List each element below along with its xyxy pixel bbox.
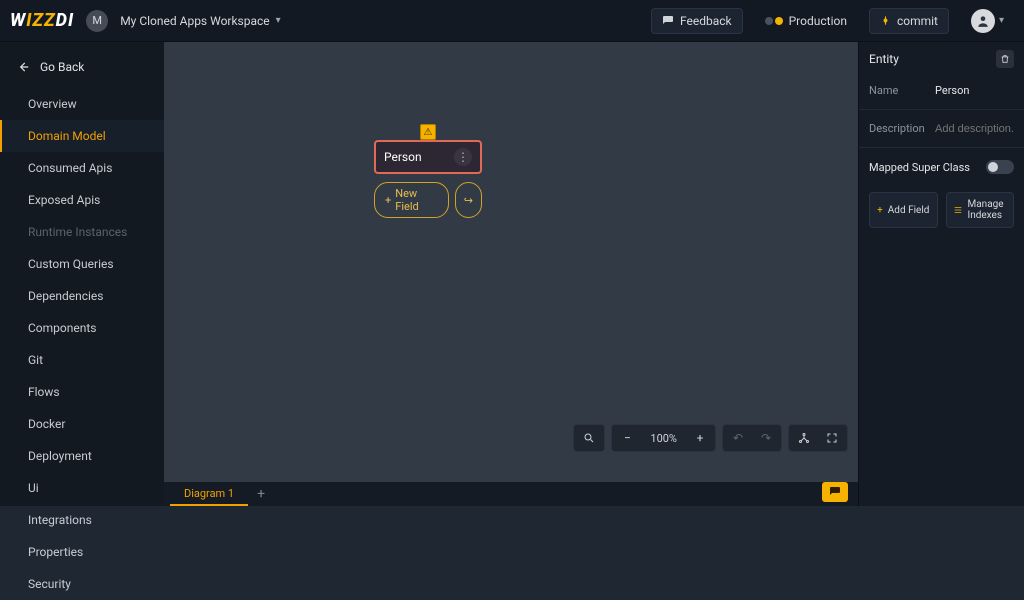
diagram-tabs: Diagram 1 +: [164, 482, 858, 506]
user-avatar-icon: [971, 9, 995, 33]
logo: WIZZDI: [10, 10, 74, 31]
tab-diagram-1[interactable]: Diagram 1: [170, 482, 248, 506]
delete-entity-button[interactable]: [996, 50, 1014, 68]
zoom-in-button[interactable]: +: [687, 427, 713, 449]
entity-actions: + New Field ↪: [374, 182, 482, 218]
mapped-superclass-label: Mapped Super Class: [869, 161, 970, 174]
trash-icon: [1000, 54, 1010, 64]
sidebar-item-docker[interactable]: Docker: [0, 408, 164, 440]
zoom-level[interactable]: 100%: [642, 427, 685, 449]
plus-icon: +: [697, 431, 704, 445]
search-button[interactable]: [576, 427, 602, 449]
layout-icon: [798, 432, 810, 444]
layout-button[interactable]: [791, 427, 817, 449]
feedback-label: Feedback: [680, 14, 732, 28]
plus-icon: +: [877, 205, 883, 216]
redo-icon: ↷: [761, 431, 771, 445]
nav-list: Overview Domain Model Consumed Apis Expo…: [0, 88, 164, 600]
new-field-button[interactable]: + New Field: [374, 182, 449, 218]
chevron-down-icon: ▾: [999, 15, 1004, 26]
sidebar-item-dependencies[interactable]: Dependencies: [0, 280, 164, 312]
sidebar-item-git[interactable]: Git: [0, 344, 164, 376]
env-label: Production: [789, 14, 847, 28]
sidebar-item-properties[interactable]: Properties: [0, 536, 164, 568]
zoom-out-button[interactable]: −: [614, 427, 640, 449]
undo-button[interactable]: ↶: [725, 427, 751, 449]
list-icon: [953, 205, 963, 215]
entity-name: Person: [384, 150, 422, 164]
add-tab-button[interactable]: +: [248, 482, 274, 506]
arrow-branch-icon: ↪: [464, 194, 473, 207]
chat-fab[interactable]: [822, 482, 848, 502]
chat-icon: [662, 15, 674, 27]
redo-button[interactable]: ↷: [753, 427, 779, 449]
sidebar-item-domain-model[interactable]: Domain Model: [0, 120, 164, 152]
sidebar-item-integrations[interactable]: Integrations: [0, 504, 164, 536]
minus-icon: −: [624, 431, 631, 445]
go-back-label: Go Back: [40, 60, 84, 74]
divider: [859, 147, 1024, 148]
canvas-toolbar: − 100% + ↶ ↷: [573, 424, 848, 452]
sidebar-item-ui[interactable]: Ui: [0, 472, 164, 504]
warning-icon[interactable]: ⚠: [420, 124, 436, 140]
name-label: Name: [869, 84, 925, 97]
fullscreen-button[interactable]: [819, 427, 845, 449]
sidebar-item-runtime-instances[interactable]: Runtime Instances: [0, 216, 164, 248]
feedback-button[interactable]: Feedback: [651, 8, 743, 34]
divider: [859, 109, 1024, 110]
entity-menu-button[interactable]: ⋮: [454, 148, 472, 166]
kebab-icon: ⋮: [457, 150, 469, 164]
top-bar: WIZZDI M My Cloned Apps Workspace ▾ Feed…: [0, 0, 1024, 42]
commit-icon: [880, 15, 891, 26]
add-field-label: Add Field: [888, 205, 930, 216]
workspace-name: My Cloned Apps Workspace: [120, 14, 269, 28]
plus-icon: +: [257, 486, 265, 502]
canvas-area: ⚠ Person ⋮ + New Field ↪: [164, 42, 858, 506]
sidebar-item-consumed-apis[interactable]: Consumed Apis: [0, 152, 164, 184]
commit-button[interactable]: commit: [869, 8, 949, 34]
manage-indexes-label: Manage Indexes: [968, 199, 1008, 221]
entity-card[interactable]: ⚠ Person ⋮ + New Field ↪: [374, 140, 482, 218]
sidebar-item-exposed-apis[interactable]: Exposed Apis: [0, 184, 164, 216]
sidebar-item-components[interactable]: Components: [0, 312, 164, 344]
manage-indexes-button[interactable]: Manage Indexes: [946, 192, 1015, 228]
mapped-superclass-toggle[interactable]: [986, 160, 1014, 174]
workspace-switcher[interactable]: My Cloned Apps Workspace ▾: [120, 14, 281, 28]
undo-icon: ↶: [733, 431, 743, 445]
entity-header[interactable]: Person ⋮: [374, 140, 482, 174]
sidebar-item-custom-queries[interactable]: Custom Queries: [0, 248, 164, 280]
diagram-canvas[interactable]: ⚠ Person ⋮ + New Field ↪: [164, 42, 858, 482]
sidebar-item-flows[interactable]: Flows: [0, 376, 164, 408]
commit-label: commit: [897, 14, 938, 28]
description-input[interactable]: [935, 123, 1014, 135]
user-menu[interactable]: ▾: [961, 4, 1014, 38]
arrow-left-icon: [16, 60, 30, 74]
name-value[interactable]: Person: [935, 84, 969, 97]
sidebar-item-security[interactable]: Security: [0, 568, 164, 600]
status-dots-icon: [765, 17, 783, 25]
go-back-button[interactable]: Go Back: [0, 46, 164, 88]
plus-icon: +: [385, 194, 391, 207]
add-relation-button[interactable]: ↪: [455, 182, 482, 218]
env-indicator[interactable]: Production: [755, 9, 857, 33]
search-icon: [583, 432, 595, 444]
panel-title: Entity: [869, 52, 899, 66]
chat-bubble-icon: [829, 486, 841, 498]
expand-icon: [826, 432, 838, 444]
sidebar: Go Back Overview Domain Model Consumed A…: [0, 42, 164, 506]
workspace-avatar: M: [86, 10, 108, 32]
sidebar-item-deployment[interactable]: Deployment: [0, 440, 164, 472]
sidebar-item-overview[interactable]: Overview: [0, 88, 164, 120]
description-label: Description: [869, 122, 925, 135]
chevron-down-icon: ▾: [276, 15, 281, 26]
new-field-label: New Field: [395, 187, 438, 213]
add-field-button[interactable]: + Add Field: [869, 192, 938, 228]
properties-panel: Entity Name Person Description Mapped Su…: [858, 42, 1024, 506]
